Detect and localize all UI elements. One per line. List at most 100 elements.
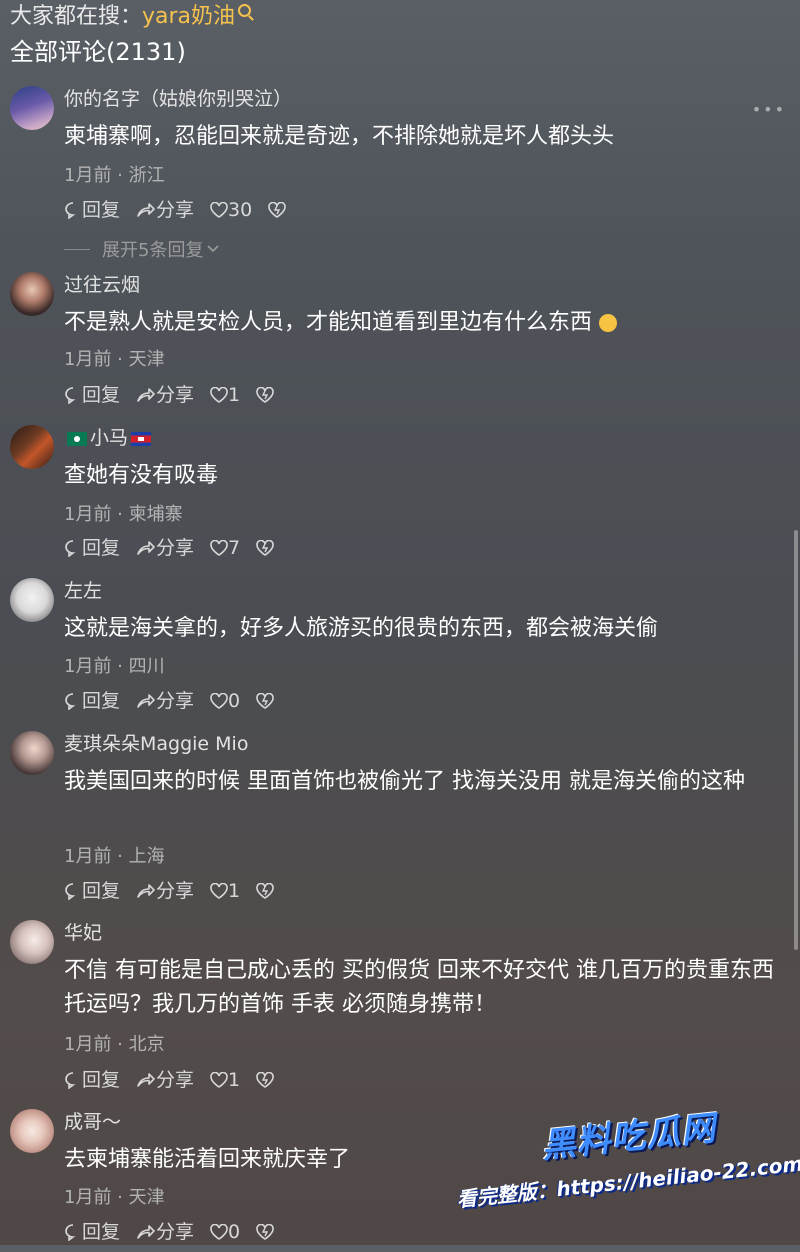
comment-text: 不是熟人就是安检人员，才能知道看到里边有什么东西 — [64, 306, 779, 340]
share-icon — [137, 203, 155, 217]
avatar[interactable] — [10, 731, 54, 775]
comment-meta: 1月前 · 柬埔寨 — [64, 504, 183, 525]
like-count: 30 — [228, 199, 253, 221]
reply-button[interactable]: 回复 — [64, 689, 120, 713]
heart-icon — [210, 693, 228, 709]
reply-icon — [65, 540, 76, 557]
dislike-button[interactable] — [256, 540, 274, 556]
reply-label: 回复 — [82, 880, 121, 902]
more-options-icon[interactable]: ••• — [752, 100, 786, 119]
share-label: 分享 — [156, 1221, 195, 1243]
dislike-button[interactable] — [256, 883, 274, 899]
comment-actions: 回复 分享 30 — [64, 198, 302, 222]
reply-button[interactable]: 回复 — [64, 879, 120, 903]
comment-username[interactable]: 小马 — [64, 425, 154, 451]
heart-icon — [210, 540, 228, 556]
heart-icon — [210, 1224, 228, 1240]
comment-meta: 1月前 · 北京 — [64, 1034, 165, 1055]
reply-button[interactable]: 回复 — [64, 383, 120, 407]
avatar[interactable] — [10, 86, 54, 130]
share-button[interactable]: 分享 — [136, 1068, 194, 1092]
watermark-title: 黑料吃瓜网 — [539, 1108, 718, 1167]
comment-text: 查她有没有吸毒 — [64, 463, 219, 488]
comment-username[interactable]: 过往云烟 — [64, 272, 140, 298]
reply-icon — [65, 387, 76, 404]
share-button[interactable]: 分享 — [136, 198, 194, 222]
search-prefix: 大家都在搜： — [10, 4, 143, 29]
reply-button[interactable]: 回复 — [64, 536, 120, 560]
share-label: 分享 — [156, 199, 195, 221]
like-button[interactable]: 0 — [210, 689, 240, 713]
heart-icon — [210, 202, 228, 218]
search-suggestion[interactable]: 大家都在搜：yara奶油 — [10, 0, 252, 34]
avatar[interactable] — [10, 578, 54, 622]
heart-icon — [210, 387, 228, 403]
share-icon — [137, 1073, 155, 1087]
comment-meta: 1月前 · 天津 — [64, 1187, 165, 1208]
divider-line — [64, 248, 90, 250]
comment-meta: 1月前 · 天津 — [64, 349, 165, 370]
avatar[interactable] — [10, 425, 54, 469]
heart-icon — [210, 1072, 228, 1088]
share-button[interactable]: 分享 — [136, 689, 194, 713]
comment-meta: 1月前 · 浙江 — [64, 165, 165, 186]
scrollbar[interactable] — [794, 530, 798, 950]
like-button[interactable]: 1 — [210, 879, 240, 903]
broken-heart-icon — [256, 1224, 274, 1240]
share-icon — [137, 884, 155, 898]
comment-username[interactable]: 你的名字（姑娘你别哭泣） — [64, 86, 292, 112]
reply-label: 回复 — [82, 690, 121, 712]
dislike-button[interactable] — [256, 1224, 274, 1240]
share-label: 分享 — [156, 1069, 195, 1091]
like-count: 1 — [228, 384, 241, 406]
dislike-button[interactable] — [256, 387, 274, 403]
like-button[interactable]: 0 — [210, 1220, 240, 1244]
share-button[interactable]: 分享 — [136, 383, 194, 407]
like-button[interactable]: 1 — [210, 1068, 240, 1092]
reply-icon — [65, 202, 76, 219]
share-icon — [137, 1225, 155, 1239]
comment-username[interactable]: 左左 — [64, 578, 102, 604]
heart-icon — [210, 883, 228, 899]
like-count: 1 — [228, 1069, 241, 1091]
share-button[interactable]: 分享 — [136, 879, 194, 903]
dislike-button[interactable] — [256, 693, 274, 709]
dislike-button[interactable] — [256, 1072, 274, 1088]
comment-actions: 回复 分享 0 — [64, 1220, 290, 1244]
comment-username[interactable]: 成哥～ — [64, 1109, 121, 1135]
reply-icon — [65, 883, 76, 900]
reply-label: 回复 — [82, 1069, 121, 1091]
comment-actions: 回复 分享 0 — [64, 689, 290, 713]
comment-username[interactable]: 华妃 — [64, 920, 102, 946]
comment-text-content: 不是熟人就是安检人员，才能知道看到里边有什么东西 — [64, 310, 593, 335]
avatar[interactable] — [10, 1109, 54, 1153]
like-count: 1 — [228, 880, 241, 902]
broken-heart-icon — [256, 693, 274, 709]
like-button[interactable]: 7 — [210, 536, 240, 560]
avatar[interactable] — [10, 272, 54, 316]
comment-username[interactable]: 麦琪朵朵Maggie Mio — [64, 731, 248, 757]
comment-actions: 回复 分享 1 — [64, 1068, 290, 1092]
share-button[interactable]: 分享 — [136, 536, 194, 560]
reply-button[interactable]: 回复 — [64, 1068, 120, 1092]
reply-icon — [65, 693, 76, 710]
laughing-emoji-icon — [599, 314, 618, 332]
reply-icon — [65, 1072, 76, 1089]
like-button[interactable]: 30 — [210, 198, 252, 222]
expand-replies-button[interactable]: 展开5条回复 — [64, 236, 220, 262]
dislike-button[interactable] — [268, 202, 287, 218]
reply-icon — [65, 1224, 76, 1241]
comment-actions: 回复 分享 1 — [64, 879, 290, 903]
broken-heart-icon — [256, 883, 274, 899]
reply-label: 回复 — [82, 537, 121, 559]
reply-label: 回复 — [82, 384, 121, 406]
share-icon — [137, 388, 155, 402]
reply-button[interactable]: 回复 — [64, 1220, 120, 1244]
search-icon[interactable] — [238, 4, 252, 17]
like-button[interactable]: 1 — [210, 383, 240, 407]
share-button[interactable]: 分享 — [136, 1220, 194, 1244]
search-term-link[interactable]: yara奶油 — [142, 4, 235, 29]
avatar[interactable] — [10, 920, 54, 964]
share-label: 分享 — [156, 880, 195, 902]
reply-button[interactable]: 回复 — [64, 198, 120, 222]
